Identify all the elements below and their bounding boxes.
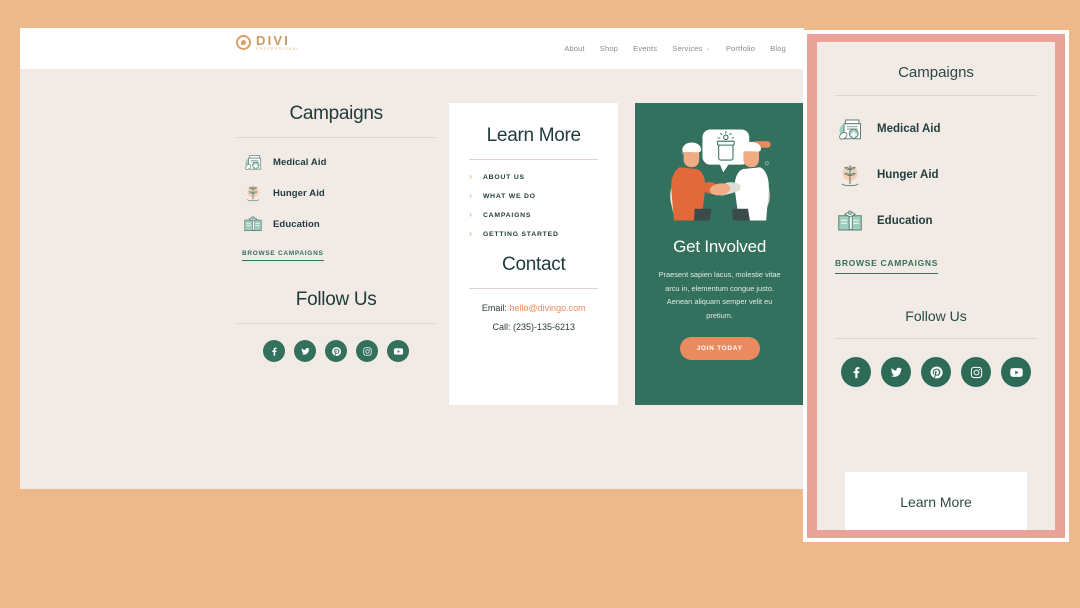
facebook-icon[interactable] (841, 357, 871, 387)
nav-item-portfolio[interactable]: Portfolio (726, 44, 755, 53)
mobile-campaign-label: Medical Aid (877, 123, 941, 135)
nav-item-about[interactable]: About (564, 44, 585, 53)
nav-label: Events (633, 44, 658, 53)
get-involved-body: Praesent sapien lacus, molestie vitae ar… (658, 270, 781, 321)
two-people-handshake-donation-illustration (669, 129, 771, 221)
link-campaigns[interactable]: › CAMPAIGNS (469, 211, 598, 219)
site-header: DIVI PROFESSIONAL About Shop Events Serv… (20, 28, 804, 69)
chevron-down-icon: ⌄ (705, 46, 711, 52)
contact-email-link[interactable]: hello@divingo.com (509, 303, 585, 313)
divider (835, 95, 1037, 96)
nav-label: Shop (599, 44, 619, 53)
mobile-learn-more-card: Learn More (845, 472, 1027, 530)
logo-subtitle: PROFESSIONAL (256, 47, 300, 51)
campaign-item-medical-aid[interactable]: Medical Aid (242, 151, 435, 173)
open-book-graduation-icon (244, 216, 262, 232)
instagram-icon[interactable] (961, 357, 991, 387)
nav-item-services[interactable]: Services ⌄ (672, 44, 711, 53)
brand-logo[interactable]: DIVI PROFESSIONAL (236, 34, 300, 52)
mobile-learn-more-title: Learn More (900, 494, 972, 510)
get-involved-card: Get Involved Praesent sapien lacus, mole… (635, 103, 804, 405)
mobile-preview-frame: Campaigns Medical Aid Hunger Aid Educati… (807, 34, 1065, 538)
divider (835, 338, 1037, 339)
pinterest-icon[interactable] (921, 357, 951, 387)
campaign-item-education[interactable]: Education (242, 213, 435, 235)
nav-item-events[interactable]: Events (633, 44, 657, 53)
mobile-follow-us-title: Follow Us (905, 308, 967, 324)
follow-us-title: Follow Us (295, 289, 377, 310)
mobile-campaign-item-hunger-aid[interactable]: Hunger Aid (835, 160, 1037, 190)
mobile-social-links-row (835, 357, 1037, 387)
link-label: WHAT WE DO (482, 192, 536, 200)
chevron-right-icon: › (469, 210, 472, 219)
open-book-graduation-icon (838, 210, 862, 231)
twitter-icon[interactable] (881, 357, 911, 387)
mobile-preview-screen: Campaigns Medical Aid Hunger Aid Educati… (817, 42, 1055, 530)
contact-email-line: Email: hello@divingo.com (469, 302, 598, 316)
medicine-bottle-icon (245, 155, 262, 170)
campaign-item-hunger-aid[interactable]: Hunger Aid (242, 182, 435, 204)
logo-name: DIVI (256, 33, 291, 48)
medicine-bottle-icon (839, 119, 861, 140)
chevron-right-icon: › (469, 191, 472, 200)
social-links-row (237, 337, 435, 362)
campaign-list: Medical Aid Hunger Aid Education (237, 151, 435, 235)
email-label: Email: (481, 303, 507, 313)
pinterest-icon[interactable] (325, 340, 348, 362)
get-involved-title: Get Involved (673, 237, 767, 256)
campaigns-column: Campaigns Medical Aid Hunger Aid Educati… (237, 103, 436, 362)
campaign-label: Education (273, 218, 320, 230)
divider (237, 323, 436, 324)
follow-us-block: Follow Us (237, 261, 436, 362)
nav-label: Portfolio (725, 44, 756, 53)
mobile-campaign-item-medical-aid[interactable]: Medical Aid (835, 114, 1037, 144)
join-today-button[interactable]: JOIN TODAY (679, 336, 760, 360)
link-what-we-do[interactable]: › WHAT WE DO (469, 192, 598, 200)
link-label: ABOUT US (482, 173, 525, 181)
link-label: CAMPAIGNS (482, 211, 532, 219)
main-navigation: About Shop Events Services ⌄ Portfolio B… (564, 44, 786, 53)
mobile-preview-panel: Campaigns Medical Aid Hunger Aid Educati… (803, 30, 1069, 542)
instagram-icon[interactable] (356, 340, 379, 362)
link-getting-started[interactable]: › GETTING STARTED (469, 230, 598, 238)
campaign-label: Hunger Aid (273, 187, 325, 199)
link-about-us[interactable]: › ABOUT US (469, 173, 598, 181)
chevron-right-icon: › (469, 229, 472, 238)
nav-item-shop[interactable]: Shop (600, 44, 618, 53)
mobile-campaign-label: Hunger Aid (877, 169, 939, 181)
mobile-browse-campaigns-link[interactable]: BROWSE CAMPAIGNS (835, 258, 939, 274)
divider (237, 137, 436, 138)
nav-label: About (564, 44, 585, 53)
link-label: GETTING STARTED (482, 230, 559, 238)
divider (469, 288, 599, 289)
twitter-icon[interactable] (294, 340, 317, 362)
youtube-icon[interactable] (387, 340, 410, 362)
chevron-right-icon: › (469, 172, 472, 181)
facebook-icon[interactable] (263, 340, 286, 362)
footer-columns: Campaigns Medical Aid Hunger Aid Educati… (20, 69, 804, 405)
nav-label: Blog (770, 44, 786, 53)
campaign-label: Medical Aid (273, 156, 327, 168)
contact-phone-line: Call: (235)-135-6213 (492, 321, 576, 332)
nav-item-blog[interactable]: Blog (770, 44, 786, 53)
divider (469, 159, 599, 160)
sprout-plant-icon (841, 165, 859, 187)
learn-more-card: Learn More › ABOUT US › WHAT WE DO › CAM… (449, 103, 619, 405)
mobile-campaign-label: Education (877, 215, 933, 227)
mobile-campaign-item-education[interactable]: Education (835, 206, 1037, 236)
learn-more-link-list: › ABOUT US › WHAT WE DO › CAMPAIGNS › GE… (469, 173, 598, 238)
mobile-campaigns-title: Campaigns (898, 64, 974, 81)
sprout-plant-icon (246, 185, 260, 202)
learn-more-title: Learn More (486, 125, 581, 146)
campaigns-title: Campaigns (289, 103, 383, 124)
divi-spiral-logo-icon (236, 35, 251, 51)
browse-campaigns-link[interactable]: BROWSE CAMPAIGNS (242, 250, 324, 261)
youtube-icon[interactable] (1001, 357, 1031, 387)
desktop-page-preview: DIVI PROFESSIONAL About Shop Events Serv… (20, 28, 804, 489)
contact-title: Contact (502, 254, 566, 275)
nav-label: Services (672, 44, 703, 53)
